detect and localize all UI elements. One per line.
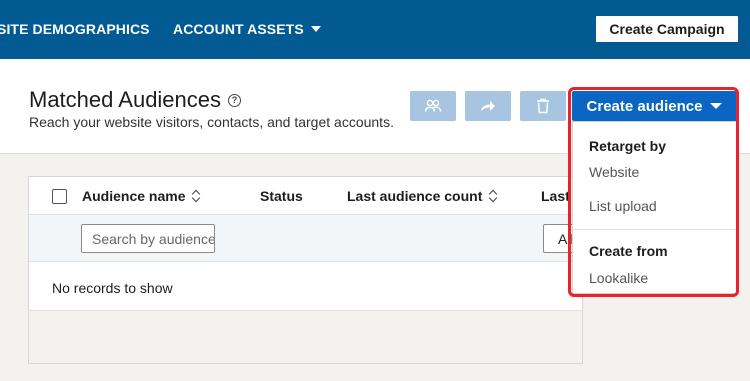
column-audience-name[interactable]: Audience name — [82, 188, 201, 204]
menu-heading-create-from: Create from — [589, 243, 668, 259]
column-last-audience-count-label: Last audience count — [347, 188, 483, 204]
chevron-down-icon — [710, 103, 723, 109]
create-audience-label: Create audience — [586, 97, 703, 115]
menu-heading-retarget: Retarget by — [589, 138, 667, 154]
column-last-audience-count[interactable]: Last audience count — [347, 188, 498, 204]
share-arrow-icon — [481, 101, 495, 111]
share-forward-button[interactable] — [465, 91, 511, 121]
column-status: Status — [260, 188, 303, 204]
select-all-checkbox[interactable] — [52, 189, 67, 204]
users-icon — [424, 99, 442, 112]
menu-item-website[interactable]: Website — [589, 164, 639, 180]
table-footer — [29, 311, 582, 363]
create-audience-menu: Retarget by Website List upload Create f… — [572, 121, 737, 294]
table-header: Audience name Status Last audience count… — [29, 177, 582, 215]
share-users-button[interactable] — [410, 91, 456, 121]
column-status-label: Status — [260, 188, 303, 204]
page-title-wrap: Matched Audiences ? — [29, 87, 242, 113]
search-audience-input[interactable] — [81, 224, 215, 253]
trash-icon — [537, 98, 549, 114]
column-last-truncated[interactable]: Last — [541, 188, 570, 204]
nav-account-assets-label: ACCOUNT ASSETS — [173, 21, 304, 37]
chevron-down-icon — [310, 26, 321, 32]
sort-icon[interactable] — [192, 189, 201, 203]
page-title: Matched Audiences — [29, 87, 222, 112]
nav-website-demographics[interactable]: SITE DEMOGRAPHICS — [0, 21, 150, 37]
menu-item-lookalike[interactable]: Lookalike — [589, 270, 648, 286]
empty-message: No records to show — [52, 280, 173, 296]
nav-account-assets[interactable]: ACCOUNT ASSETS — [173, 21, 321, 37]
page-subtitle: Reach your website visitors, contacts, a… — [29, 114, 394, 130]
menu-divider — [573, 229, 736, 230]
create-audience-button[interactable]: Create audience — [572, 91, 737, 121]
sort-icon[interactable] — [489, 189, 498, 203]
delete-button[interactable] — [520, 91, 566, 121]
column-audience-name-label: Audience name — [82, 188, 186, 204]
create-campaign-button[interactable]: Create Campaign — [596, 16, 738, 42]
audiences-table: Audience name Status Last audience count… — [28, 176, 584, 364]
menu-item-list-upload[interactable]: List upload — [589, 198, 657, 214]
help-icon[interactable]: ? — [228, 93, 242, 107]
column-last-label: Last — [541, 188, 570, 204]
top-nav-bar: SITE DEMOGRAPHICS ACCOUNT ASSETS Create … — [0, 0, 750, 59]
empty-state-row: No records to show — [29, 262, 582, 311]
filter-row: All — [29, 215, 584, 262]
